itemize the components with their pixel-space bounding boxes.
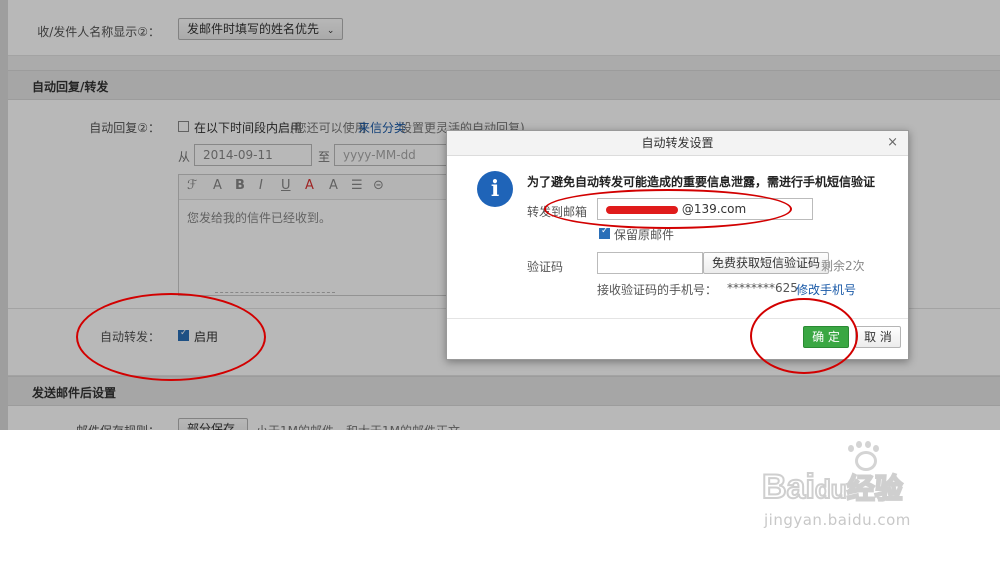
- code-label: 验证码: [527, 260, 564, 274]
- mail-settings-screenshot: 收/发件人名称显示②： 发邮件时填写的姓名优先 ⌄ 自动回复/转发 自动回复②：…: [0, 0, 1000, 430]
- forward-email-value: @139.com: [681, 202, 747, 216]
- get-code-button[interactable]: 免费获取短信验证码: [703, 252, 830, 274]
- receive-phone-value: ********625: [727, 281, 798, 295]
- change-phone-link[interactable]: 修改手机号: [796, 281, 856, 298]
- remaining-count: 剩余2次: [821, 259, 865, 273]
- info-icon: i: [477, 171, 513, 207]
- forward-email-input[interactable]: @139.com: [597, 198, 813, 220]
- dialog-footer-divider: [447, 318, 908, 319]
- dialog-heading: 为了避免自动转发可能造成的重要信息泄露，需进行手机短信验证: [527, 175, 876, 189]
- receive-phone-label: 接收验证码的手机号：: [597, 283, 718, 297]
- dialog-title: 自动转发设置: [447, 131, 908, 156]
- baidu-logo-text: Baidu经验: [761, 467, 904, 507]
- confirm-button[interactable]: 确 定: [803, 326, 849, 348]
- watermark-url: jingyan.baidu.com: [764, 511, 911, 529]
- redacted-mark: [606, 205, 678, 214]
- paw-icon: [846, 441, 880, 471]
- keep-original-label: 保留原邮件: [614, 228, 675, 242]
- close-icon[interactable]: ×: [887, 135, 898, 150]
- forward-email-label: 转发到邮箱: [527, 205, 588, 219]
- code-input[interactable]: [597, 252, 703, 274]
- baidu-watermark: Baidu经验 jingyan.baidu.com: [761, 441, 942, 529]
- auto-forward-dialog: 自动转发设置 × i 为了避免自动转发可能造成的重要信息泄露，需进行手机短信验证…: [446, 130, 909, 360]
- keep-original-checkbox[interactable]: [599, 226, 610, 239]
- cancel-button[interactable]: 取 消: [855, 326, 901, 348]
- baidu-brand-text: Bai: [761, 467, 816, 507]
- baidu-jingyan-text: 经验: [846, 472, 904, 505]
- baidu-brand-text2: du: [814, 473, 848, 505]
